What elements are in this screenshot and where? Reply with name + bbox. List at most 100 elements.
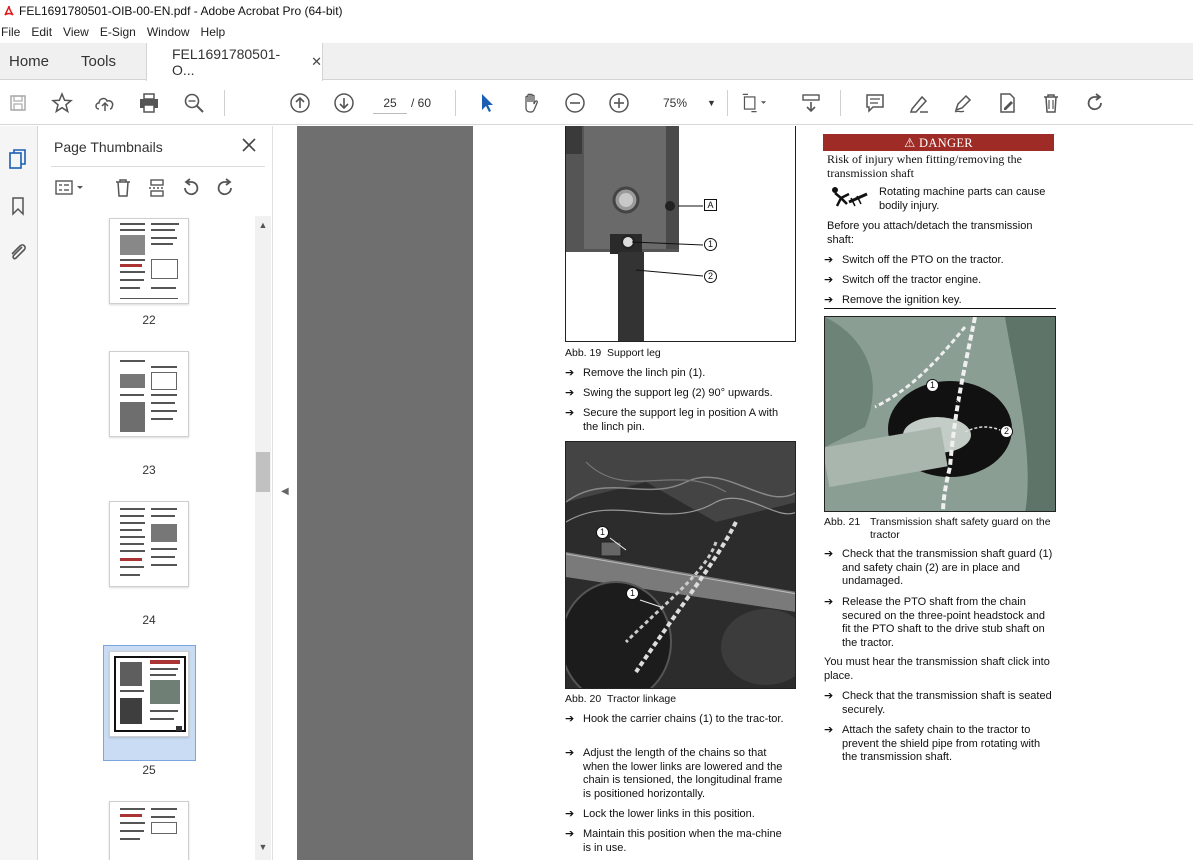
zoom-out-icon[interactable] xyxy=(562,90,588,116)
callout-label-1: 1 xyxy=(596,526,609,539)
hand-tool-icon[interactable] xyxy=(518,90,544,116)
rotate-clockwise-icon[interactable] xyxy=(213,176,237,200)
menu-help[interactable]: Help xyxy=(201,25,232,39)
arrow-icon: ➔ xyxy=(565,828,575,840)
previous-page-icon[interactable] xyxy=(287,90,313,116)
thumbnail-page[interactable] xyxy=(109,218,189,304)
scroll-down-icon[interactable]: ▼ xyxy=(257,842,269,854)
page-thumbnails-icon[interactable] xyxy=(5,146,31,172)
document-view[interactable]: A 1 2 Abb. 19 Support leg ➔ Remove the li… xyxy=(297,126,1193,860)
scrollbar-thumb[interactable] xyxy=(256,452,270,492)
tab-tools[interactable]: Tools xyxy=(81,43,116,80)
thumbnails-panel: Page Thumbnails 22 23 24 25 ▲ ▼ xyxy=(39,126,272,860)
thumbnail-page[interactable] xyxy=(109,801,189,860)
chevron-down-icon: ▼ xyxy=(707,98,716,108)
title-bar: FEL1691780501-OIB-00-EN.pdf - Adobe Acro… xyxy=(0,0,1193,22)
print-icon[interactable] xyxy=(136,90,162,116)
rotate-icon[interactable] xyxy=(1082,90,1108,116)
extract-pages-icon[interactable] xyxy=(145,176,169,200)
instruction-step: ➔ Switch off the PTO on the tractor. xyxy=(824,254,1004,266)
delete-page-icon[interactable] xyxy=(111,176,135,200)
instruction-step: ➔ Remove the linch pin (1). xyxy=(565,367,706,379)
caption-number: Abb. 21 xyxy=(824,516,861,528)
tab-bar: Home Tools FEL1691780501-O... ✕ xyxy=(0,43,1193,81)
caption-text: Tractor linkage xyxy=(607,693,677,705)
sign-icon[interactable] xyxy=(950,90,976,116)
figure-caption: Abb. 20 Tractor linkage xyxy=(565,693,676,705)
instruction-step: ➔ Swing the support leg (2) 90° upwards. xyxy=(565,387,773,399)
danger-banner: ⚠ DANGER xyxy=(823,134,1054,151)
bookmark-star-icon[interactable] xyxy=(49,90,75,116)
scroll-mode-icon[interactable] xyxy=(798,90,824,116)
figure-caption: Abb. 19 Support leg xyxy=(565,347,661,359)
collapse-panel-icon[interactable]: ◀ xyxy=(281,486,289,497)
highlight-pen-icon[interactable] xyxy=(906,90,932,116)
arrow-icon: ➔ xyxy=(565,713,575,725)
delete-icon[interactable] xyxy=(1038,90,1064,116)
panel-title: Page Thumbnails xyxy=(54,139,163,155)
select-cursor-icon[interactable] xyxy=(474,90,500,116)
next-page-icon[interactable] xyxy=(331,90,357,116)
edit-pdf-icon[interactable] xyxy=(994,90,1020,116)
instruction-step: ➔ Check that the transmission shaft guard… xyxy=(824,548,1053,587)
danger-subtitle: Risk of injury when fitting/removing the… xyxy=(827,152,1022,180)
thumbnail-page-selected[interactable] xyxy=(109,651,189,737)
bookmarks-icon[interactable] xyxy=(5,193,31,219)
instruction-step: ➔ Hook the carrier chains (1) to the trac… xyxy=(565,713,784,725)
arrow-icon: ➔ xyxy=(824,724,834,736)
thumbnail-page[interactable] xyxy=(109,351,189,437)
cloud-upload-icon[interactable] xyxy=(92,90,118,116)
save-icon[interactable] xyxy=(5,90,31,116)
menu-esign[interactable]: E-Sign xyxy=(100,25,142,39)
fit-page-icon[interactable] xyxy=(741,90,767,116)
thumbnail-page-number: 23 xyxy=(142,463,156,477)
tab-document-label: FEL1691780501-O... xyxy=(172,46,281,78)
arrow-icon: ➔ xyxy=(824,596,834,608)
callout-label-2: 2 xyxy=(1000,425,1013,438)
menu-edit[interactable]: Edit xyxy=(31,25,58,39)
panel-splitter[interactable]: ◀ xyxy=(272,126,296,860)
attachments-icon[interactable] xyxy=(5,239,31,265)
arrow-icon: ➔ xyxy=(824,254,834,266)
before-attach-text: Before you attach/detach the transmissio… xyxy=(827,220,1033,246)
caption-text: Support leg xyxy=(607,347,661,359)
figure-tractor-linkage: 1 1 xyxy=(565,441,796,689)
instruction-step: ➔ Lock the lower links in this position. xyxy=(565,808,755,820)
instruction-step: ➔ Adjust the length of the chains so that… xyxy=(565,747,783,800)
rotate-counterclockwise-icon[interactable] xyxy=(179,176,203,200)
panel-close-icon[interactable] xyxy=(239,135,259,155)
tab-home[interactable]: Home xyxy=(9,43,49,80)
menu-view[interactable]: View xyxy=(63,25,95,39)
tab-document[interactable]: FEL1691780501-O... ✕ xyxy=(146,43,323,81)
panel-toolbar xyxy=(51,174,265,202)
thumbnail-page-number: 25 xyxy=(142,763,156,777)
arrow-icon: ➔ xyxy=(824,274,834,286)
arrow-icon: ➔ xyxy=(565,367,575,379)
instruction-step: ➔ Maintain this position when the ma-chin… xyxy=(565,828,782,854)
menu-window[interactable]: Window xyxy=(147,25,196,39)
arrow-icon: ➔ xyxy=(565,387,575,399)
arrow-icon: ➔ xyxy=(824,294,834,306)
thumbnail-page[interactable] xyxy=(109,501,189,587)
arrow-icon: ➔ xyxy=(565,407,575,419)
scroll-up-icon[interactable]: ▲ xyxy=(257,220,269,232)
callout-label-a: A xyxy=(704,199,717,211)
arrow-icon: ➔ xyxy=(565,747,575,759)
thumbnail-options-icon[interactable] xyxy=(53,176,89,200)
search-icon[interactable] xyxy=(181,90,207,116)
zoom-dropdown[interactable]: 75% ▼ xyxy=(648,92,720,114)
acrobat-icon xyxy=(4,5,14,16)
thumbnail-scrollbar[interactable]: ▲ ▼ xyxy=(255,216,271,860)
comment-icon[interactable] xyxy=(862,90,888,116)
toolbar-separator xyxy=(224,90,225,116)
zoom-in-icon[interactable] xyxy=(606,90,632,116)
toolbar-separator xyxy=(727,90,728,116)
callout-label-1: 1 xyxy=(926,379,939,392)
menu-bar: File Edit View E-Sign Window Help xyxy=(0,22,236,42)
page-number-input[interactable] xyxy=(373,92,407,114)
tab-close-icon[interactable]: ✕ xyxy=(311,54,322,70)
arrow-icon: ➔ xyxy=(824,548,834,560)
thumbnail-page-number: 24 xyxy=(142,613,156,627)
caption-number: Abb. 19 xyxy=(565,347,602,359)
menu-file[interactable]: File xyxy=(1,25,26,39)
